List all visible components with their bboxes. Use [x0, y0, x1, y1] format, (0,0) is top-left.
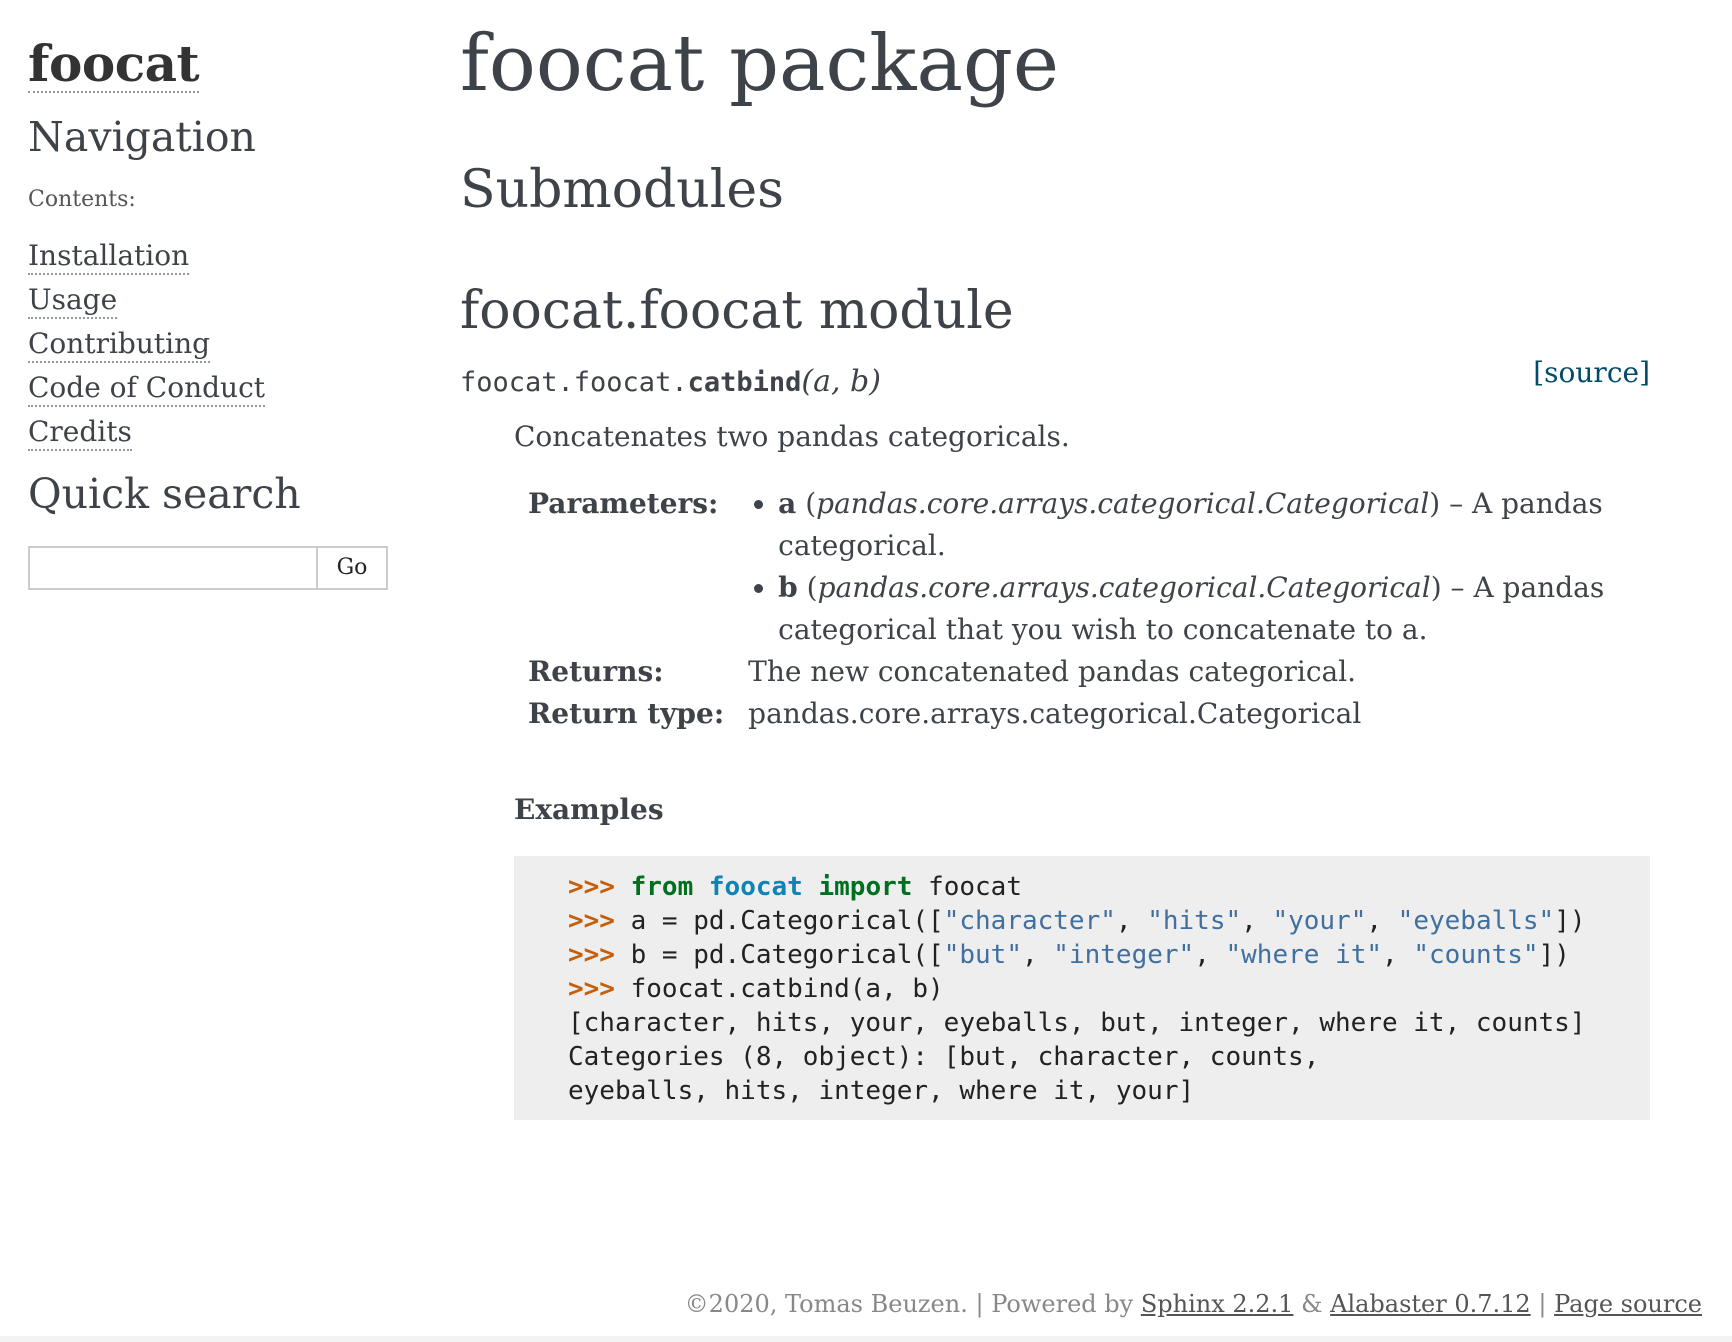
logo-link[interactable]: foocat: [28, 37, 200, 93]
function-description: Concatenates two pandas categoricals. Pa…: [514, 420, 1650, 1120]
footer-powered-by: Powered by: [991, 1290, 1134, 1318]
toc-item-installation: Installation: [28, 234, 388, 278]
toc-item-contributing: Contributing: [28, 322, 388, 366]
returns-label: Returns:: [528, 654, 664, 688]
search-form: Go: [28, 545, 388, 590]
code-line3-pre: b = pd.Categorical([: [630, 939, 944, 970]
source-link[interactable]: [source]: [1533, 356, 1650, 389]
signature-prefix: foocat.foocat.: [460, 366, 688, 398]
toc-list: Installation Usage Contributing Code of …: [28, 234, 388, 454]
code-string: "eyeballs": [1397, 905, 1555, 936]
signature-name: catbind: [687, 366, 802, 398]
function-signature: foocat.foocat.catbind(a, b) [source]: [460, 356, 1650, 406]
toc-link-usage[interactable]: Usage: [28, 282, 118, 319]
quick-search-heading: Quick search: [28, 469, 301, 518]
code-line2-post: ]): [1554, 905, 1586, 936]
examples-heading: Examples: [514, 792, 664, 826]
param-b-name: b: [778, 570, 798, 604]
param-a-item: a (pandas.core.arrays.categorical.Catego…: [778, 483, 1628, 567]
code-import-target: foocat: [928, 871, 1022, 902]
sidebar: foocat Navigation Contents: Installation…: [28, 37, 388, 590]
param-a-type: pandas.core.arrays.categorical.Categoric…: [816, 486, 1430, 520]
toc-link-contributing[interactable]: Contributing: [28, 326, 211, 363]
code-prompt: >>>: [568, 871, 615, 902]
function-summary: Concatenates two pandas categoricals.: [514, 419, 1070, 453]
signature-params: (a, b): [801, 363, 881, 399]
return-type-value: pandas.core.arrays.categorical.Categoric…: [748, 696, 1362, 730]
code-line2-pre: a = pd.Categorical([: [630, 905, 944, 936]
toc-link-credits[interactable]: Credits: [28, 414, 132, 451]
submodules-heading: Submodules: [460, 159, 784, 220]
code-keyword-import: import: [818, 871, 913, 902]
param-b-type: pandas.core.arrays.categorical.Categoric…: [817, 570, 1431, 604]
alabaster-link[interactable]: Alabaster 0.7.12: [1330, 1290, 1531, 1318]
code-output-line1: [character, hits, your, eyeballs, but, i…: [568, 1007, 1586, 1038]
code-string: "counts": [1413, 939, 1539, 970]
return-type-label: Return type:: [528, 696, 725, 730]
code-keyword-from: from: [630, 871, 694, 902]
param-a-name: a: [778, 486, 797, 520]
toc-link-installation[interactable]: Installation: [28, 238, 190, 275]
param-b-item: b (pandas.core.arrays.categorical.Catego…: [778, 567, 1628, 651]
footer-copyright: ©2020, Tomas Beuzen.: [684, 1290, 968, 1318]
bottom-strip: [0, 1336, 1732, 1342]
field-list: Parameters: a (pandas.core.arrays.catego…: [528, 483, 1628, 735]
navigation-heading: Navigation: [28, 112, 256, 161]
code-block: >>> from foocat import foocat >>> a = pd…: [514, 855, 1650, 1120]
code-prompt: >>>: [568, 939, 615, 970]
code-string: "integer": [1053, 939, 1195, 970]
code-prompt: >>>: [568, 973, 615, 1004]
search-go-button[interactable]: Go: [316, 545, 388, 590]
code-string: "character": [943, 905, 1116, 936]
toc-item-credits: Credits: [28, 410, 388, 454]
page-title: foocat package: [460, 19, 1060, 109]
returns-value: The new concatenated pandas categorical.: [748, 654, 1357, 688]
return-type-row: Return type: pandas.core.arrays.categori…: [528, 693, 1628, 735]
search-input[interactable]: [28, 545, 316, 590]
code-prompt: >>>: [568, 905, 615, 936]
sphinx-link[interactable]: Sphinx 2.2.1: [1141, 1290, 1294, 1318]
code-string: "where it": [1225, 939, 1383, 970]
code-line3-post: ]): [1538, 939, 1570, 970]
toc-item-code-of-conduct: Code of Conduct: [28, 366, 388, 410]
toc-link-code-of-conduct[interactable]: Code of Conduct: [28, 370, 266, 407]
code-string: "but": [943, 939, 1022, 970]
code-output-line2: Categories (8, object): [but, character,…: [568, 1041, 1320, 1072]
footer-ampersand: &: [1301, 1290, 1323, 1318]
page-source-link[interactable]: Page source: [1554, 1290, 1702, 1318]
toc-item-usage: Usage: [28, 278, 388, 322]
code-string: "your": [1272, 905, 1367, 936]
parameters-label: Parameters:: [528, 486, 719, 520]
code-string: "hits": [1147, 905, 1242, 936]
parameters-row: Parameters: a (pandas.core.arrays.catego…: [528, 483, 1628, 651]
code-module-name: foocat: [708, 871, 803, 902]
main-content: foocat package Submodules foocat.foocat …: [460, 18, 1650, 1120]
module-heading: foocat.foocat module: [460, 280, 1014, 341]
contents-caption: Contents:: [28, 186, 136, 212]
code-output-line3: eyeballs, hits, integer, where it, your]: [568, 1075, 1195, 1106]
footer-separator: |: [975, 1290, 984, 1318]
footer-separator: |: [1538, 1290, 1547, 1318]
code-line4: foocat.catbind(a, b): [630, 973, 944, 1004]
footer: ©2020, Tomas Beuzen. | Powered by Sphinx…: [685, 1290, 1702, 1318]
returns-row: Returns: The new concatenated pandas cat…: [528, 651, 1628, 693]
